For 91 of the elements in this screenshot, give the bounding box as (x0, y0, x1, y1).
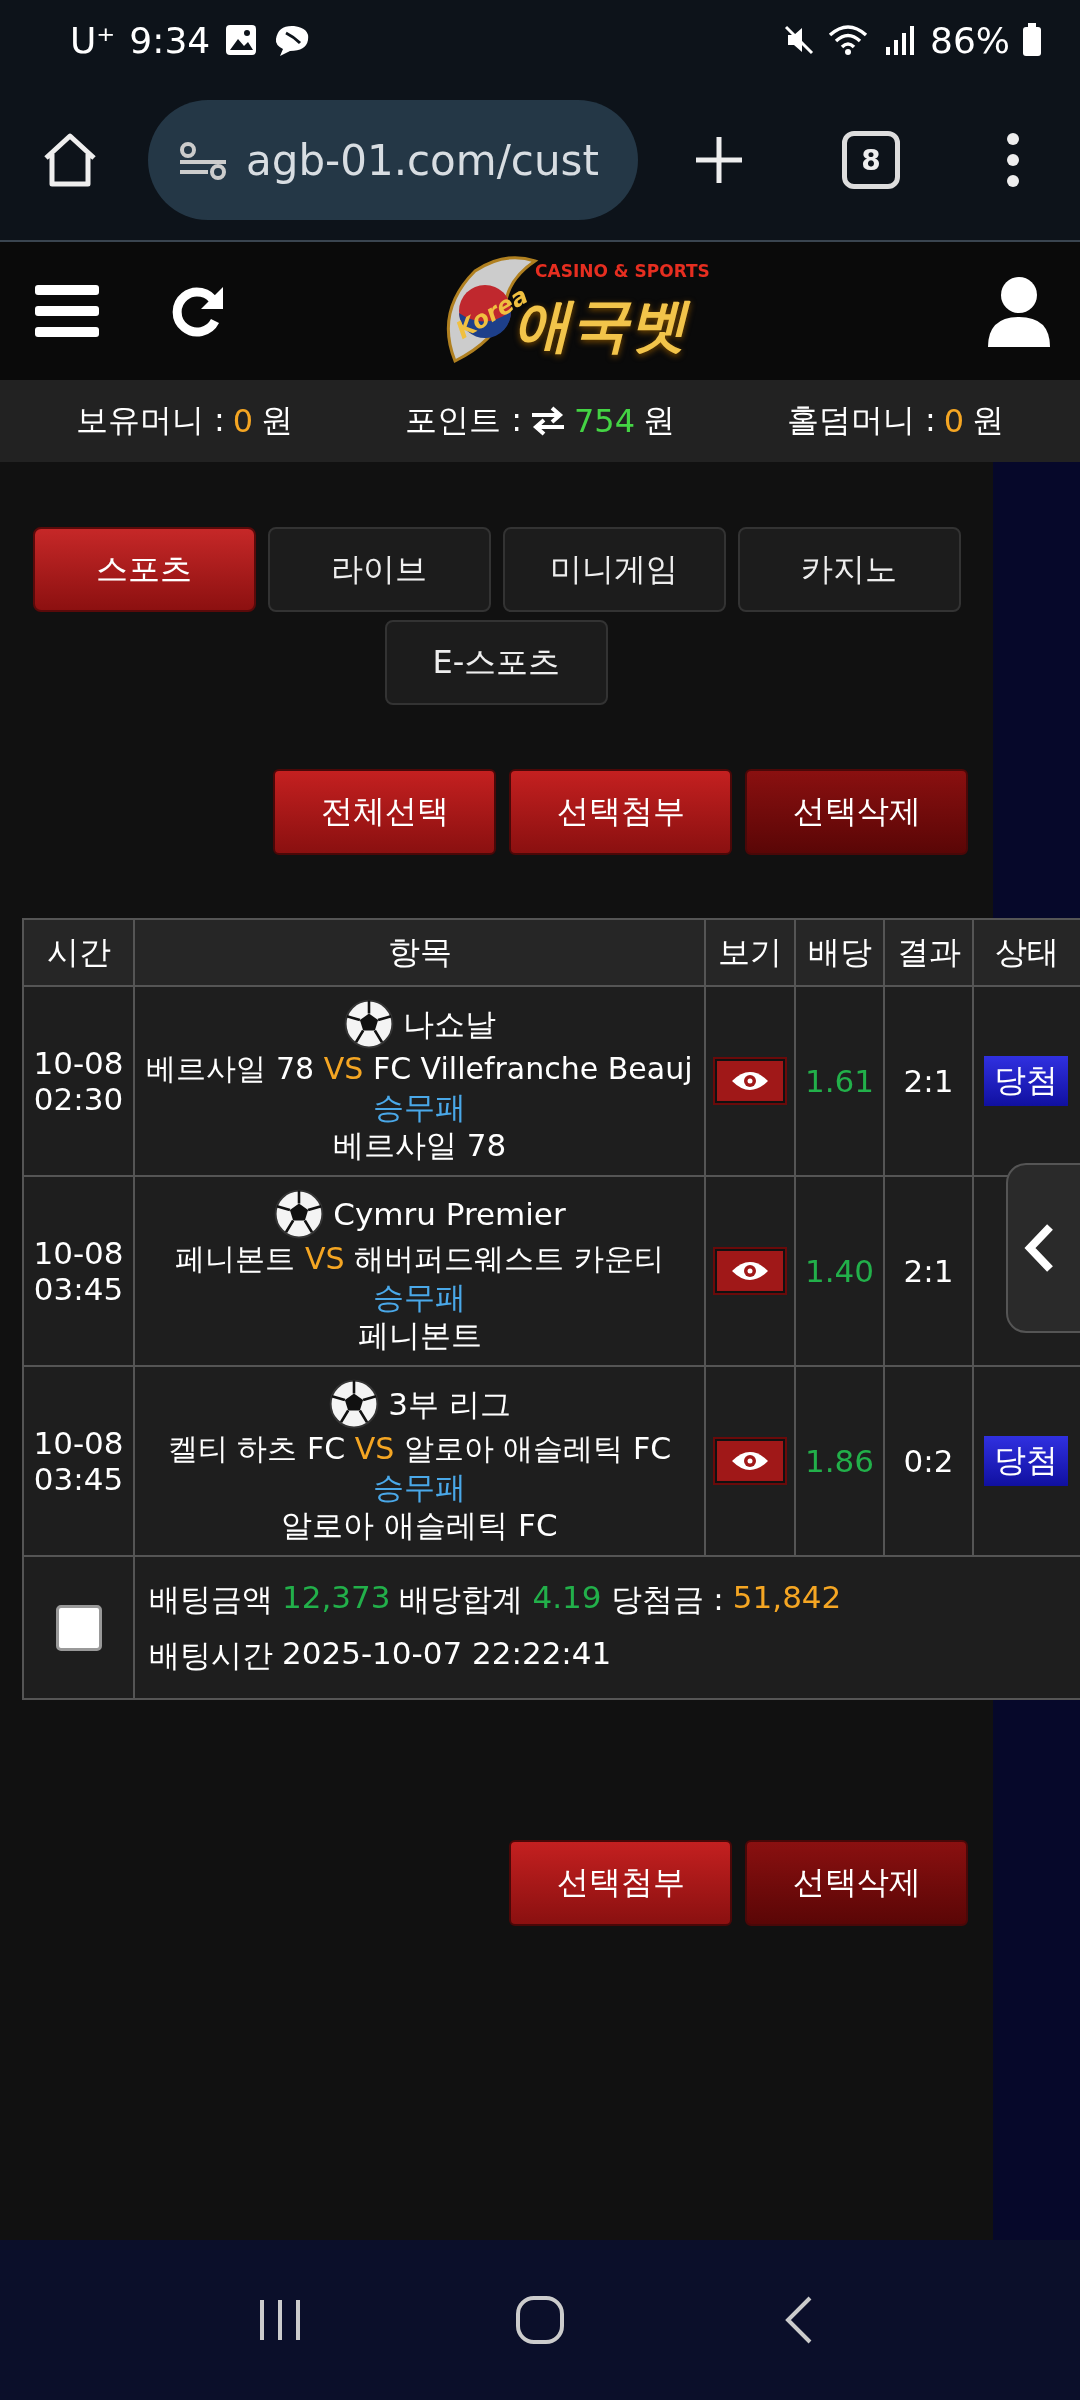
menu-icon[interactable] (35, 283, 99, 339)
balance-value: 754 (573, 402, 635, 440)
balance-value: 0 (232, 402, 254, 440)
bet-pick: 페니본트 (357, 1316, 482, 1354)
soccer-ball-icon (328, 1378, 381, 1430)
action-button[interactable]: 선택첨부 (509, 769, 732, 855)
image-icon (224, 23, 259, 57)
delete-button[interactable]: 선택삭제 (745, 769, 968, 855)
league-name: 나쇼날 (403, 1005, 496, 1043)
odds-value: 1.86 (805, 1443, 874, 1479)
battery-percent: 86% (930, 19, 1010, 61)
select-checkbox[interactable] (55, 1604, 102, 1651)
side-panel-tab[interactable] (1006, 1163, 1080, 1333)
currency-unit: 원 (261, 400, 294, 441)
currency-unit: 원 (972, 400, 1005, 441)
away-team: 알로아 애슬레틱 FC (403, 1431, 672, 1466)
league-name: 3부 리그 (388, 1385, 511, 1423)
url-text: agb-01.com/cust (246, 135, 599, 185)
eye-icon (730, 1449, 770, 1473)
column-header: 배당 (796, 920, 885, 987)
category-tab[interactable]: 카지노 (737, 527, 961, 612)
column-header: 항목 (135, 920, 706, 987)
away-team: 해버퍼드웨스트 카운티 (354, 1241, 664, 1276)
status-badge: 당첨 (984, 1436, 1068, 1486)
user-icon[interactable] (986, 275, 1052, 347)
match-date: 10-08 (33, 1425, 124, 1461)
site-settings-icon (178, 140, 228, 180)
battery-icon (1022, 23, 1042, 57)
mute-icon (782, 23, 816, 57)
versus-label: VS (354, 1431, 395, 1466)
bet-time: 2025-10-07 22:22:41 (282, 1634, 612, 1673)
bet-time-label: 배팅시간 (149, 1635, 273, 1675)
clock: 9:34 (129, 19, 211, 61)
category-tab[interactable]: E-스포츠 (385, 620, 608, 705)
home-team: 베르사일 78 (146, 1051, 315, 1086)
soccer-ball-icon (273, 1188, 326, 1240)
action-button[interactable]: 선택첨부 (509, 1840, 732, 1926)
match-score: 0:2 (903, 1443, 954, 1479)
bet-pick: 알로아 애슬레틱 FC (281, 1506, 558, 1544)
eye-icon (730, 1259, 770, 1283)
view-button[interactable] (715, 1249, 785, 1293)
market-name: 승무패 (373, 1468, 466, 1506)
away-team: FC Villefranche Beauj (372, 1051, 693, 1086)
view-button[interactable] (715, 1439, 785, 1483)
payout-label: 당첨금 : (610, 1579, 724, 1619)
column-header: 시간 (24, 920, 135, 987)
match-date: 10-08 (33, 1045, 124, 1081)
league-name: Cymru Premier (333, 1195, 566, 1233)
market-name: 승무패 (373, 1278, 466, 1316)
tab-count-button[interactable]: 8 (842, 131, 900, 189)
home-team: 페니본트 (175, 1241, 296, 1276)
home-team: 켈티 하츠 FC (167, 1431, 346, 1466)
soccer-ball-icon (343, 998, 395, 1050)
category-tab[interactable]: 미니게임 (502, 527, 726, 612)
odds-value: 1.40 (805, 1253, 874, 1289)
balance-label: 홀덤머니 : (786, 400, 936, 441)
address-bar[interactable]: agb-01.com/cust (148, 100, 638, 220)
odds-total: 4.19 (532, 1578, 602, 1617)
match-score: 2:1 (903, 1063, 954, 1099)
versus-label: VS (323, 1051, 364, 1086)
versus-label: VS (304, 1241, 345, 1276)
bet-amount-label: 배팅금액 (149, 1579, 273, 1619)
balance-label: 보유머니 : (75, 400, 225, 441)
balance-label: 포인트 : (405, 400, 522, 441)
payout-amount: 51,842 (732, 1578, 842, 1617)
match-time: 03:45 (33, 1461, 124, 1497)
eye-icon (730, 1069, 770, 1093)
odds-total-label: 배당합계 (399, 1579, 524, 1619)
menu-icon[interactable] (1006, 132, 1020, 188)
bet-pick: 베르사일 78 (332, 1126, 507, 1164)
column-header: 보기 (706, 920, 796, 987)
bet-amount: 12,373 (282, 1578, 391, 1617)
match-time: 02:30 (33, 1081, 124, 1117)
column-header: 결과 (885, 920, 974, 987)
status-badge: 당첨 (984, 1056, 1068, 1106)
exchange-icon[interactable] (529, 406, 566, 436)
balance-value: 0 (943, 402, 965, 440)
currency-unit: 원 (643, 400, 675, 441)
chevron-left-icon (1024, 1223, 1056, 1273)
column-header: 상태 (974, 920, 1080, 987)
category-tab[interactable]: 스포츠 (32, 527, 256, 612)
action-button[interactable]: 전체선택 (273, 769, 496, 855)
delete-button[interactable]: 선택삭제 (745, 1840, 968, 1926)
odds-value: 1.61 (805, 1063, 874, 1099)
match-score: 2:1 (903, 1253, 954, 1289)
market-name: 승무패 (373, 1088, 466, 1126)
view-button[interactable] (715, 1059, 785, 1103)
match-time: 03:45 (33, 1271, 124, 1307)
category-tab[interactable]: 라이브 (267, 527, 491, 612)
match-date: 10-08 (33, 1235, 124, 1271)
carrier-label: U⁺ (70, 19, 116, 61)
